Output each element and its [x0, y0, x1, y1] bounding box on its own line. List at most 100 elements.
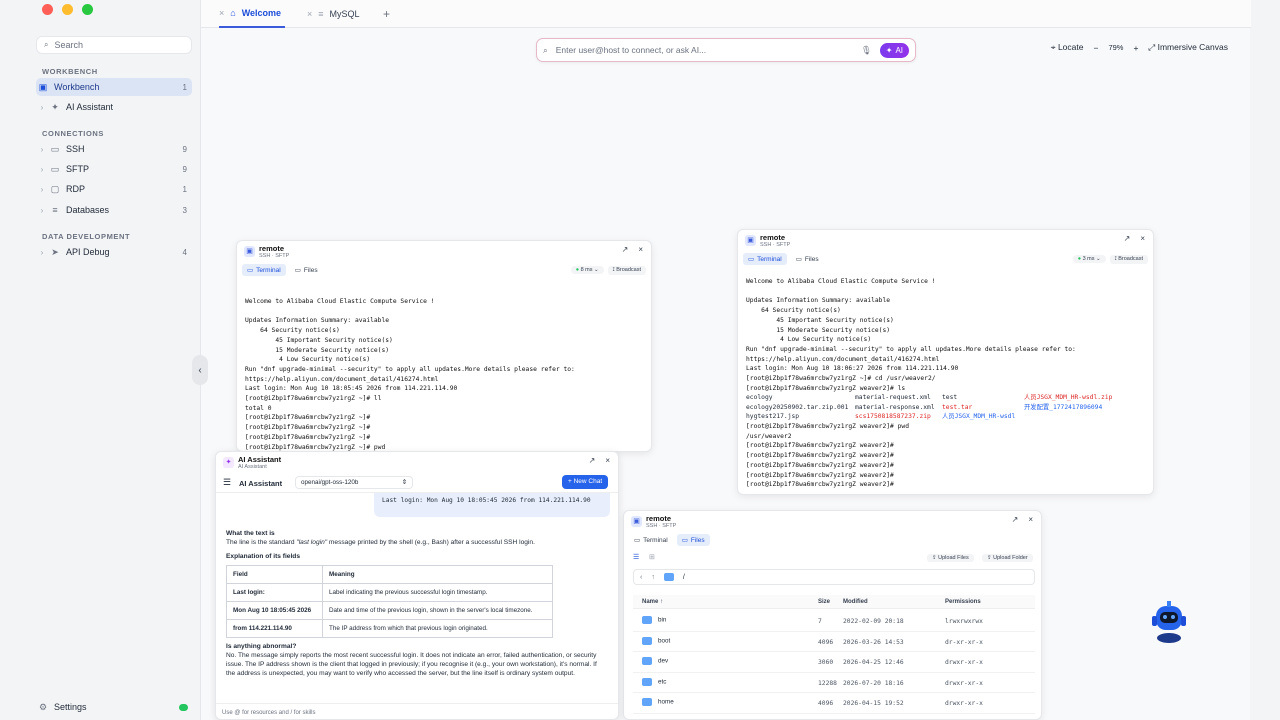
- popout-icon[interactable]: ↗: [622, 245, 629, 254]
- chevron-right-icon[interactable]: ›: [36, 103, 48, 112]
- window-header[interactable]: ▣ remote SSH · SFTP ↗ ×: [624, 511, 1041, 533]
- column-modified[interactable]: Modified: [843, 599, 868, 605]
- window-title: remote: [760, 233, 786, 242]
- chevron-right-icon[interactable]: ›: [36, 145, 48, 154]
- terminal-line: [root@iZbp1f78wa6mrcbw7yz1rgZ weaver2]#: [746, 452, 894, 460]
- window-header[interactable]: ▣ remote SSH · SFTP ↗ ×: [738, 230, 1153, 252]
- path-bar[interactable]: ‹ ↑ /: [633, 569, 1035, 585]
- grid-view-icon[interactable]: ⊞: [649, 553, 655, 561]
- search-icon: ⌕: [543, 44, 548, 55]
- minimize-window-button[interactable]: [62, 4, 73, 15]
- window-header[interactable]: ✦ AI Assistant AI Assistant ↗ ×: [216, 452, 618, 474]
- tab-terminal[interactable]: ▭ Terminal: [743, 253, 787, 265]
- sidebar-item-workbench[interactable]: ▣ Workbench 1: [36, 78, 192, 96]
- latency-badge[interactable]: ● 3 ms ⌄: [1072, 255, 1106, 263]
- omnibox-input[interactable]: ⌕ Enter user@host to connect, or ask AI.…: [536, 38, 916, 62]
- ask-ai-button[interactable]: ✦ AI: [879, 42, 909, 58]
- tab-files[interactable]: ▭ Files: [290, 264, 323, 276]
- section-data-development: DATA DEVELOPMENT: [42, 232, 131, 241]
- close-icon[interactable]: ×: [1140, 234, 1145, 243]
- file-row[interactable]: bin 7 2022-02-09 20:18 lrwxrwxrwx: [633, 611, 1035, 632]
- column-name[interactable]: Name ↑: [642, 599, 663, 605]
- close-icon[interactable]: ×: [307, 9, 312, 19]
- latency-badge[interactable]: ● 8 ms ⌄: [570, 266, 604, 274]
- sidebar-item-ssh[interactable]: › ▭ SSH 9: [36, 140, 192, 158]
- chevron-right-icon[interactable]: ›: [36, 185, 48, 194]
- sidebar-item-rdp[interactable]: › ▢ RDP 1: [36, 180, 192, 198]
- broadcast-icon: ⟟: [1114, 255, 1117, 262]
- sidebar-item-label: AI Assistant: [66, 102, 114, 112]
- upload-files-button[interactable]: ⇪ Upload Files: [927, 554, 974, 562]
- sidebar-item-api-debug[interactable]: › ➤ API Debug 4: [36, 243, 192, 261]
- section-connections: CONNECTIONS: [42, 129, 105, 138]
- tab-files[interactable]: ▭ Files: [676, 534, 710, 546]
- terminal-window-left[interactable]: ▣ remote SSH · SFTP ↗ × ▭ Terminal ▭ Files …: [236, 240, 652, 452]
- robot-mascot-icon[interactable]: [1150, 598, 1188, 644]
- files-window[interactable]: ▣ remote SSH · SFTP ↗ × ▭ Terminal ▭ Files …: [623, 510, 1042, 720]
- broadcast-button[interactable]: ⟟ Broadcast: [1109, 254, 1148, 264]
- column-size[interactable]: Size: [818, 599, 830, 605]
- list-view-icon[interactable]: ☰: [633, 553, 639, 561]
- chat-input[interactable]: Use @ for resources and / for skills: [216, 703, 618, 719]
- terminal-output[interactable]: Welcome to Alibaba Cloud Elastic Compute…: [746, 277, 1076, 393]
- tab-welcome[interactable]: × ⌂ Welcome: [219, 0, 286, 28]
- immersive-canvas-button[interactable]: ⤢ Immersive Canvas: [1148, 42, 1228, 53]
- close-icon[interactable]: ×: [605, 456, 610, 465]
- file-row[interactable]: boot 4096 2026-03-26 14:53 dr-xr-xr-x: [633, 632, 1035, 652]
- tab-files[interactable]: ▭ Files: [791, 253, 824, 265]
- microphone-icon[interactable]: 🎙︎: [861, 45, 872, 56]
- popout-icon[interactable]: ↗: [1124, 234, 1131, 243]
- sidebar-item-label: Databases: [66, 205, 110, 215]
- popout-icon[interactable]: ↗: [1012, 515, 1019, 524]
- menu-icon[interactable]: ☰: [223, 477, 231, 488]
- terminal-line: [root@iZbp1f78wa6mrcbw7yz1rgZ weaver2]#: [746, 481, 898, 489]
- sidebar-item-databases[interactable]: › ≡ Databases 3: [36, 201, 192, 219]
- sidebar-item-sftp[interactable]: › ▭ SFTP 9: [36, 160, 192, 178]
- ai-assistant-window[interactable]: ✦ AI Assistant AI Assistant ↗ × ☰ AI Assi…: [215, 451, 619, 720]
- terminal-window-right[interactable]: ▣ remote SSH · SFTP ↗ × ▭ Terminal ▭ Files …: [737, 229, 1154, 495]
- terminal-icon: ▭: [247, 267, 254, 274]
- sidebar: ⌕ Search WORKBENCH ▣ Workbench 1 › ✦ AI …: [30, 0, 200, 720]
- new-chat-button[interactable]: + New Chat: [562, 475, 609, 489]
- file-row[interactable]: dev 3060 2026-04-25 12:46 drwxr-xr-x: [633, 652, 1035, 673]
- zoom-out-button[interactable]: −: [1093, 43, 1098, 53]
- file-row[interactable]: etc 12288 2026-07-20 18:16 drwxr-xr-x: [633, 673, 1035, 693]
- sidebar-search-input[interactable]: ⌕ Search: [36, 36, 192, 54]
- folder-icon: ▭: [681, 537, 688, 544]
- file-row[interactable]: home 4096 2026-04-15 19:52 drwxr-xr-x: [633, 693, 1035, 714]
- sidebar-item-ai-assistant[interactable]: › ✦ AI Assistant: [36, 98, 192, 116]
- upload-folder-button[interactable]: ⇪ Upload Folder: [982, 554, 1033, 562]
- terminal-line: [root@iZbp1f78wa6mrcbw7yz1rgZ weaver2]# …: [746, 384, 906, 392]
- close-icon[interactable]: ×: [638, 245, 643, 254]
- folder-icon: ▭: [795, 256, 802, 263]
- collapse-sidebar-button[interactable]: ‹: [192, 355, 208, 385]
- close-window-button[interactable]: [42, 4, 53, 15]
- chevron-right-icon[interactable]: ›: [36, 206, 48, 215]
- window-title: AI Assistant: [238, 455, 282, 464]
- column-permissions[interactable]: Permissions: [945, 599, 981, 605]
- close-icon[interactable]: ×: [1028, 515, 1033, 524]
- terminal-line: 4 Low Security notice(s): [245, 356, 371, 364]
- terminal-output-continued[interactable]: [root@iZbp1f78wa6mrcbw7yz1rgZ weaver2]# …: [746, 422, 909, 490]
- tab-terminal[interactable]: ▭ Terminal: [629, 534, 673, 546]
- broadcast-button[interactable]: ⟟ Broadcast: [607, 265, 646, 275]
- chevron-right-icon[interactable]: ›: [36, 165, 48, 174]
- model-select[interactable]: openai/gpt-oss-120b ⇕: [295, 476, 413, 489]
- up-arrow-icon[interactable]: ↑: [651, 574, 655, 581]
- tab-mysql[interactable]: × ≡ MySQL: [307, 0, 360, 28]
- popout-icon[interactable]: ↗: [589, 456, 596, 465]
- settings-button[interactable]: ⚙ Settings: [36, 698, 192, 716]
- terminal-output[interactable]: Welcome to Alibaba Cloud Elastic Compute…: [245, 297, 575, 451]
- terminal-line: https://help.aliyun.com/document_detail/…: [746, 355, 940, 363]
- chevron-right-icon[interactable]: ›: [36, 248, 48, 257]
- locate-button[interactable]: ⌖ Locate: [1051, 42, 1084, 53]
- tab-terminal[interactable]: ▭ Terminal: [242, 264, 286, 276]
- new-tab-button[interactable]: +: [383, 0, 390, 28]
- zoom-in-button[interactable]: +: [1133, 43, 1138, 53]
- window-header[interactable]: ▣ remote SSH · SFTP ↗ ×: [237, 241, 651, 263]
- status-dot-icon: ●: [575, 267, 580, 273]
- back-arrow-icon[interactable]: ‹: [640, 574, 642, 581]
- close-icon[interactable]: ×: [219, 8, 224, 18]
- maximize-window-button[interactable]: [82, 4, 93, 15]
